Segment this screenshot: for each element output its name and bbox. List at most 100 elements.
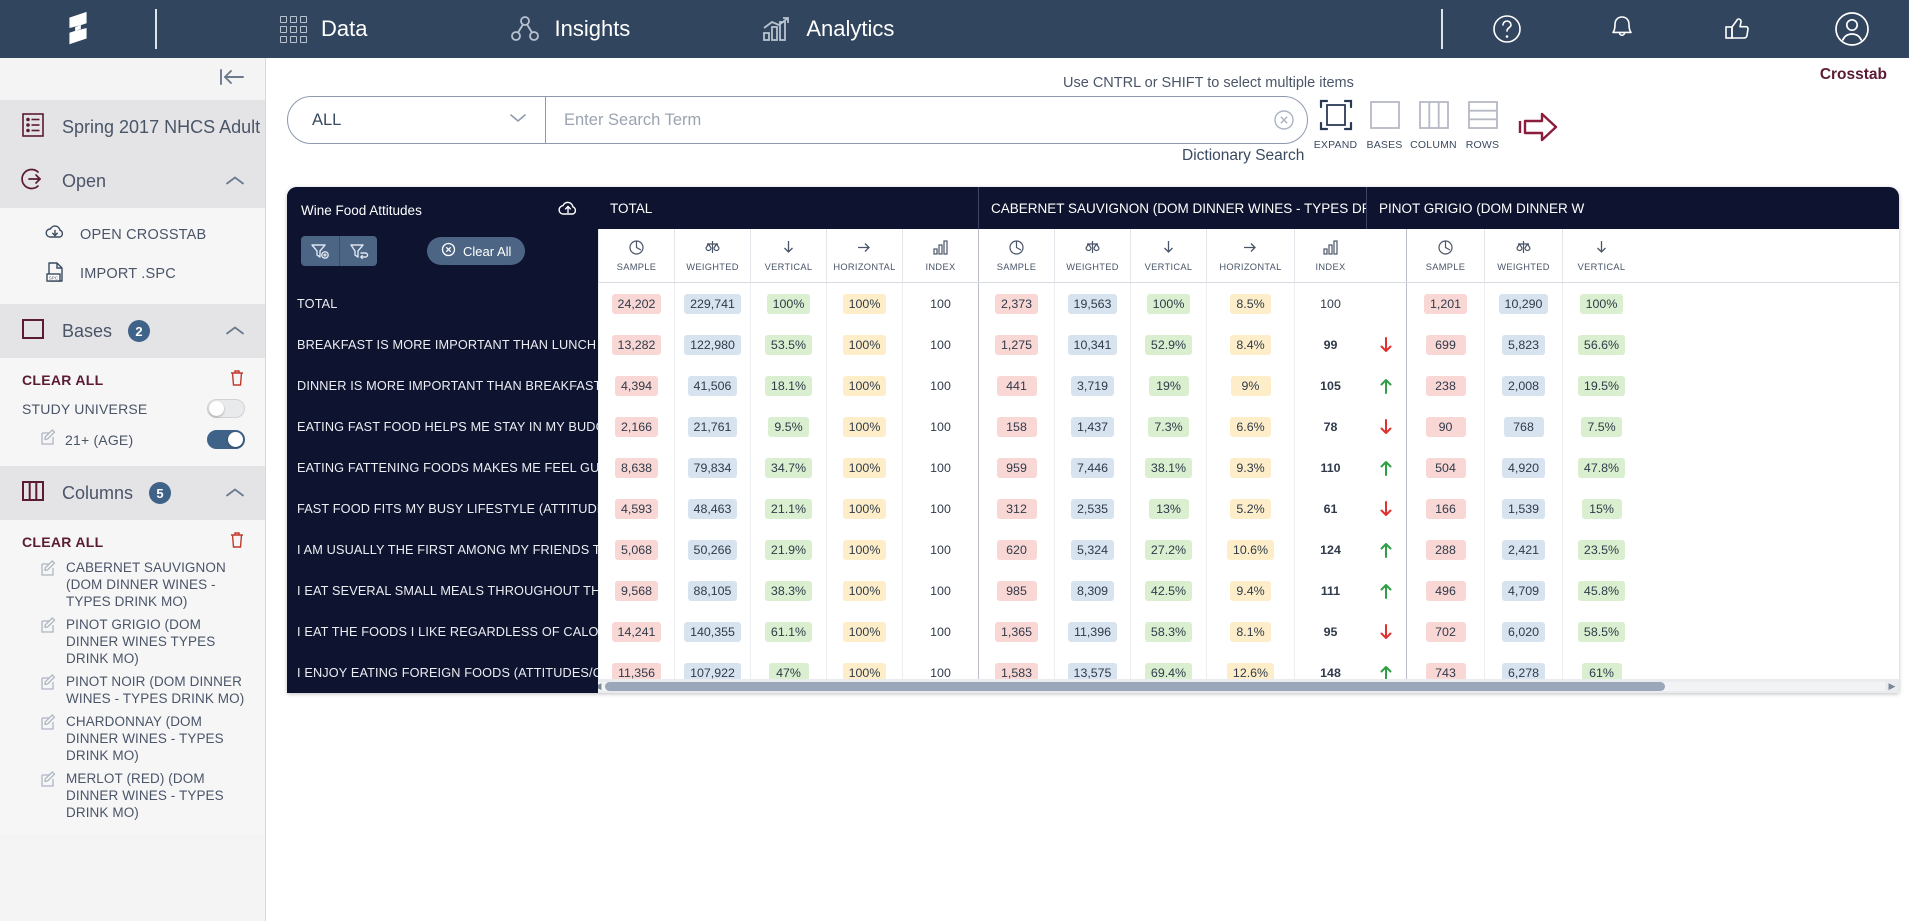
cell-cabernet-vertical[interactable]: 52.9% — [1130, 324, 1206, 365]
cell-pinot-sample[interactable]: 496 — [1406, 570, 1484, 611]
edit-icon[interactable] — [40, 674, 57, 696]
cell-cabernet-weighted[interactable]: 3,719 — [1054, 365, 1130, 406]
column-list-item[interactable]: CABERNET SAUVIGNON (DOM DINNER WINES - T… — [0, 556, 265, 613]
cell-cabernet-index[interactable]: 61 — [1294, 488, 1366, 529]
crosstab-row-label[interactable]: I ENJOY EATING FOREIGN FOODS (ATTITUDES/… — [287, 652, 598, 693]
nav-tab-insights[interactable]: Insights — [492, 0, 648, 58]
cell-pinot-weighted[interactable]: 2,421 — [1484, 529, 1562, 570]
rows-button[interactable]: ROWS — [1458, 96, 1507, 151]
column-list-item[interactable]: CHARDONNAY (DOM DINNER WINES - TYPES DRI… — [0, 710, 265, 767]
cell-total-sample[interactable]: 4,394 — [598, 365, 674, 406]
cell-pinot-weighted[interactable]: 6,020 — [1484, 611, 1562, 652]
cell-total-vertical[interactable]: 21.1% — [750, 488, 826, 529]
clear-search-icon[interactable] — [1261, 109, 1307, 131]
cell-cabernet-sample[interactable]: 1,365 — [978, 611, 1054, 652]
sidebar-item-open-crosstab[interactable]: OPEN CROSSTAB — [0, 216, 265, 254]
crosstab-row-label[interactable]: EATING FAST FOOD HELPS ME STAY IN MY BUD… — [287, 406, 598, 447]
cell-pinot-weighted[interactable]: 10,290 — [1484, 283, 1562, 324]
edit-icon[interactable] — [40, 429, 57, 451]
cell-cabernet-horizontal[interactable]: 8.5% — [1206, 283, 1294, 324]
cell-cabernet-index[interactable]: 95 — [1294, 611, 1366, 652]
cell-pinot-weighted[interactable]: 2,008 — [1484, 365, 1562, 406]
sidebar-item-import-spc[interactable]: SPC IMPORT .SPC — [0, 254, 265, 294]
chevron-up-icon[interactable] — [225, 321, 245, 342]
metric-horizontal[interactable]: HORIZONTAL — [826, 229, 902, 282]
cell-pinot-vertical[interactable]: 47.8% — [1562, 447, 1640, 488]
metric-vertical[interactable]: VERTICAL — [1562, 229, 1640, 282]
cell-total-vertical[interactable]: 9.5% — [750, 406, 826, 447]
cell-cabernet-vertical[interactable]: 13% — [1130, 488, 1206, 529]
cell-total-weighted[interactable]: 50,266 — [674, 529, 750, 570]
bases-button[interactable]: BASES — [1360, 96, 1409, 151]
cell-pinot-vertical[interactable]: 100% — [1562, 283, 1640, 324]
bases-row-study-universe[interactable]: STUDY UNIVERSE — [0, 394, 265, 423]
help-circle-icon[interactable] — [1449, 0, 1564, 58]
cell-pinot-weighted[interactable]: 768 — [1484, 406, 1562, 447]
chevron-up-icon[interactable] — [225, 483, 245, 504]
cell-cabernet-horizontal[interactable]: 8.1% — [1206, 611, 1294, 652]
cell-total-horizontal[interactable]: 100% — [826, 324, 902, 365]
cell-cabernet-horizontal[interactable]: 9.4% — [1206, 570, 1294, 611]
column-list-item[interactable]: MERLOT (RED) (DOM DINNER WINES - TYPES D… — [0, 767, 265, 824]
cell-pinot-sample[interactable]: 699 — [1406, 324, 1484, 365]
cell-pinot-sample[interactable]: 1,201 — [1406, 283, 1484, 324]
cell-total-vertical[interactable]: 61.1% — [750, 611, 826, 652]
cell-cabernet-vertical[interactable]: 38.1% — [1130, 447, 1206, 488]
filter-swap-icon[interactable] — [339, 236, 377, 266]
cell-cabernet-sample[interactable]: 312 — [978, 488, 1054, 529]
cloud-upload-icon[interactable] — [556, 199, 580, 222]
column-list-item[interactable]: PINOT NOIR (DOM DINNER WINES - TYPES DRI… — [0, 670, 265, 710]
cell-cabernet-horizontal[interactable]: 6.6% — [1206, 406, 1294, 447]
cell-cabernet-sample[interactable]: 1,275 — [978, 324, 1054, 365]
cell-cabernet-horizontal[interactable]: 10.6% — [1206, 529, 1294, 570]
cell-total-sample[interactable]: 4,593 — [598, 488, 674, 529]
table-row[interactable]: 5,06850,26621.9%100%1006205,32427.2%10.6… — [598, 529, 1899, 570]
table-row[interactable]: 4,39441,50618.1%100%1004413,71919%9%1052… — [598, 365, 1899, 406]
cell-cabernet-sample[interactable]: 959 — [978, 447, 1054, 488]
metric-index[interactable]: INDEX — [902, 229, 978, 282]
cell-pinot-sample[interactable]: 238 — [1406, 365, 1484, 406]
cell-total-horizontal[interactable]: 100% — [826, 611, 902, 652]
cell-cabernet-vertical[interactable]: 100% — [1130, 283, 1206, 324]
cell-pinot-weighted[interactable]: 4,920 — [1484, 447, 1562, 488]
thumbs-up-icon[interactable] — [1679, 0, 1794, 58]
table-row[interactable]: 2,16621,7619.5%100%1001581,4377.3%6.6%78… — [598, 406, 1899, 447]
crosstab-row-label[interactable]: I AM USUALLY THE FIRST AMONG MY FRIENDS … — [287, 529, 598, 570]
crosstab-clear-all-button[interactable]: Clear All — [427, 237, 525, 265]
cell-pinot-vertical[interactable]: 19.5% — [1562, 365, 1640, 406]
cell-cabernet-sample[interactable]: 441 — [978, 365, 1054, 406]
cell-pinot-vertical[interactable]: 15% — [1562, 488, 1640, 529]
table-row[interactable]: 13,282122,98053.5%100%1001,27510,34152.9… — [598, 324, 1899, 365]
bases-row-toggle[interactable] — [207, 399, 245, 418]
cell-pinot-weighted[interactable]: 4,709 — [1484, 570, 1562, 611]
cell-cabernet-weighted[interactable]: 8,309 — [1054, 570, 1130, 611]
cell-cabernet-vertical[interactable]: 19% — [1130, 365, 1206, 406]
cell-cabernet-weighted[interactable]: 1,437 — [1054, 406, 1130, 447]
table-row[interactable]: 4,59348,46321.1%100%1003122,53513%5.2%61… — [598, 488, 1899, 529]
cell-cabernet-index[interactable]: 100 — [1294, 283, 1366, 324]
metric-index[interactable]: INDEX — [1294, 229, 1366, 282]
cell-total-sample[interactable]: 24,202 — [598, 283, 674, 324]
nav-tab-data[interactable]: Data — [262, 0, 385, 58]
crosstab-row-label[interactable]: FAST FOOD FITS MY BUSY LIFESTYLE (ATTITU… — [287, 488, 598, 529]
cell-total-weighted[interactable]: 88,105 — [674, 570, 750, 611]
column-list-item[interactable]: PINOT GRIGIO (DOM DINNER WINES TYPES DRI… — [0, 613, 265, 670]
metric-weighted[interactable]: WEIGHTED — [674, 229, 750, 282]
edit-icon[interactable] — [40, 560, 57, 582]
cell-cabernet-weighted[interactable]: 11,396 — [1054, 611, 1130, 652]
cell-total-horizontal[interactable]: 100% — [826, 570, 902, 611]
scrollbar-thumb[interactable] — [605, 682, 1665, 691]
search-input[interactable] — [546, 97, 1261, 143]
cell-total-weighted[interactable]: 122,980 — [674, 324, 750, 365]
user-avatar-icon[interactable] — [1794, 0, 1909, 58]
cell-total-index[interactable]: 100 — [902, 324, 978, 365]
sidebar-study-item[interactable]: Spring 2017 NHCS Adult — [0, 100, 265, 154]
cell-cabernet-weighted[interactable]: 19,563 — [1054, 283, 1130, 324]
nav-tab-analytics[interactable]: Analytics — [744, 0, 912, 58]
table-row[interactable]: 24,202229,741100%100%1002,37319,563100%8… — [598, 283, 1899, 324]
sidebar-section-columns[interactable]: Columns 5 — [0, 466, 265, 520]
cell-cabernet-weighted[interactable]: 7,446 — [1054, 447, 1130, 488]
cell-cabernet-vertical[interactable]: 7.3% — [1130, 406, 1206, 447]
sidebar-section-bases[interactable]: Bases 2 — [0, 304, 265, 358]
column-button[interactable]: COLUMN — [1409, 96, 1458, 151]
